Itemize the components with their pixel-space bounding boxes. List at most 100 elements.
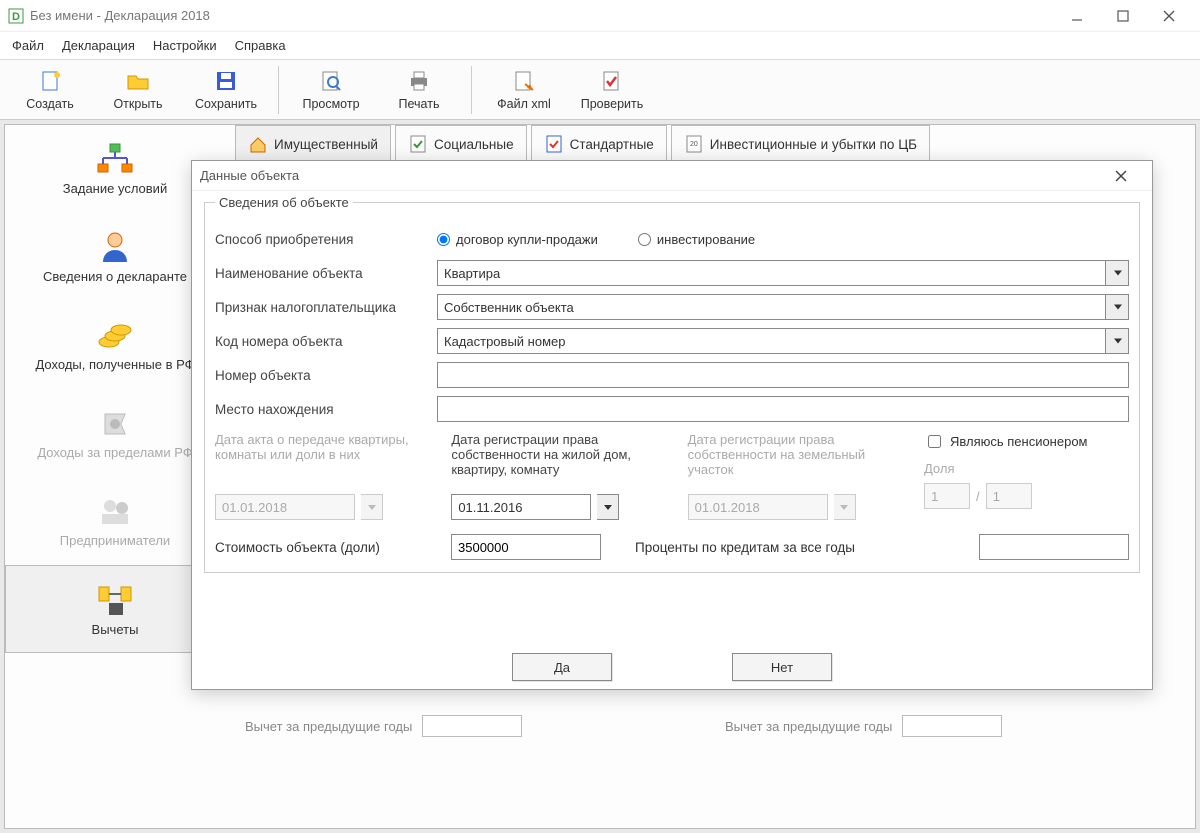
window-title: Без имени - Декларация 2018: [30, 8, 210, 23]
fieldset-legend: Сведения об объекте: [215, 195, 353, 210]
save-icon: [214, 69, 238, 93]
no-button[interactable]: Нет: [732, 653, 832, 681]
pensioner-label: Являюсь пенсионером: [950, 434, 1088, 449]
chevron-down-icon: [1114, 305, 1122, 310]
obj-name-label: Наименование объекта: [215, 266, 437, 281]
date-act-dropdown: [361, 494, 383, 520]
prev-years-right-label: Вычет за предыдущие годы: [725, 719, 892, 734]
print-label: Печать: [399, 97, 440, 111]
date-act-input: 01.01.2018: [215, 494, 355, 520]
obj-name-value: Квартира: [444, 266, 500, 281]
yes-button[interactable]: Да: [512, 653, 612, 681]
prev-years-right-input[interactable]: [902, 715, 1002, 737]
nav-entrepreneur-label: Предприниматели: [60, 533, 170, 548]
title-bar: D Без имени - Декларация 2018: [0, 0, 1200, 32]
radio-invest-label: инвестирование: [657, 232, 755, 247]
new-file-icon: [38, 69, 62, 93]
radio-invest[interactable]: инвестирование: [638, 232, 755, 247]
taxpayer-sign-label: Признак налогоплательщика: [215, 300, 437, 315]
obj-code-combo[interactable]: Кадастровый номер: [437, 328, 1129, 354]
toolbar: Создать Открыть Сохранить Просмотр Печат…: [0, 60, 1200, 120]
tab-standard[interactable]: Стандартные: [531, 125, 667, 163]
create-button[interactable]: Создать: [6, 63, 94, 117]
date-reg-prop-input[interactable]: 01.11.2016: [451, 494, 591, 520]
svg-text:D: D: [12, 11, 20, 23]
preview-button[interactable]: Просмотр: [287, 63, 375, 117]
menu-settings[interactable]: Настройки: [153, 38, 217, 53]
obj-number-input[interactable]: [437, 362, 1129, 388]
chevron-down-icon: [1114, 271, 1122, 276]
preview-label: Просмотр: [302, 97, 359, 111]
date-act-label: Дата акта о передаче квартиры, комнаты и…: [215, 432, 431, 488]
share-numerator: [924, 483, 970, 509]
cost-input[interactable]: [451, 534, 601, 560]
tab-social[interactable]: Социальные: [395, 125, 527, 163]
filexml-label: Файл xml: [497, 97, 551, 111]
location-input[interactable]: [437, 396, 1129, 422]
pensioner-checkbox[interactable]: Являюсь пенсионером: [924, 432, 1129, 451]
maximize-button[interactable]: [1100, 0, 1146, 32]
obj-code-label: Код номера объекта: [215, 334, 437, 349]
menu-bar: Файл Декларация Настройки Справка: [0, 32, 1200, 60]
obj-name-combo[interactable]: Квартира: [437, 260, 1129, 286]
tab-property[interactable]: Имущественный: [235, 125, 391, 163]
tab-social-label: Социальные: [434, 137, 514, 152]
date-reg-prop-dropdown[interactable]: [597, 494, 619, 520]
declarant-icon: [95, 229, 135, 265]
radio-invest-input[interactable]: [638, 233, 651, 246]
menu-help[interactable]: Справка: [235, 38, 286, 53]
nav-income-abroad-label: Доходы за пределами РФ: [37, 445, 192, 460]
check-icon: [600, 69, 624, 93]
tab-investment-label: Инвестиционные и убытки по ЦБ: [710, 137, 917, 152]
date-reg-land-input: 01.01.2018: [688, 494, 828, 520]
check-button[interactable]: Проверить: [568, 63, 656, 117]
minimize-button[interactable]: [1054, 0, 1100, 32]
radio-purchase-label: договор купли-продажи: [456, 232, 598, 247]
print-button[interactable]: Печать: [375, 63, 463, 117]
entrepreneur-icon: [95, 493, 135, 529]
close-icon: [1114, 169, 1128, 183]
taxpayer-sign-combo[interactable]: Собственник объекта: [437, 294, 1129, 320]
pensioner-checkbox-input[interactable]: [928, 435, 941, 448]
cost-label: Стоимость объекта (доли): [215, 540, 437, 555]
filexml-button[interactable]: Файл xml: [480, 63, 568, 117]
interest-input[interactable]: [979, 534, 1129, 560]
conditions-icon: [95, 141, 135, 177]
menu-file[interactable]: Файл: [12, 38, 44, 53]
document-icon: 20: [684, 134, 704, 154]
prev-years-left-input[interactable]: [422, 715, 522, 737]
date-reg-land-dropdown: [834, 494, 856, 520]
share-denominator: [986, 483, 1032, 509]
tab-investment[interactable]: 20 Инвестиционные и убытки по ЦБ: [671, 125, 930, 163]
deductions-icon: [95, 582, 135, 618]
save-button[interactable]: Сохранить: [182, 63, 270, 117]
chevron-down-icon: [1114, 339, 1122, 344]
tab-property-label: Имущественный: [274, 137, 378, 152]
preview-icon: [319, 69, 343, 93]
date-reg-land-label: Дата регистрации права собственности на …: [688, 432, 904, 488]
location-label: Место нахождения: [215, 402, 437, 417]
nav-declarant-label: Сведения о декларанте: [43, 269, 187, 284]
save-label: Сохранить: [195, 97, 257, 111]
object-info-fieldset: Сведения об объекте Способ приобретения …: [204, 195, 1140, 573]
check-label: Проверить: [581, 97, 644, 111]
share-divider: /: [976, 489, 980, 504]
radio-purchase-input[interactable]: [437, 233, 450, 246]
interest-label: Проценты по кредитам за все годы: [635, 540, 855, 555]
nav-conditions-label: Задание условий: [63, 181, 167, 196]
svg-text:20: 20: [690, 141, 698, 148]
menu-declaration[interactable]: Декларация: [62, 38, 135, 53]
prev-years-right: Вычет за предыдущие годы: [725, 715, 1002, 737]
date-reg-prop-label: Дата регистрации права собственности на …: [451, 432, 667, 488]
open-button[interactable]: Открыть: [94, 63, 182, 117]
chevron-down-icon: [604, 505, 612, 510]
income-rf-icon: [95, 317, 135, 353]
chevron-down-icon: [368, 505, 376, 510]
dialog-close-button[interactable]: [1114, 169, 1144, 183]
income-abroad-icon: [95, 405, 135, 441]
nav-income-rf-label: Доходы, полученные в РФ: [35, 357, 194, 372]
obj-number-label: Номер объекта: [215, 368, 437, 383]
close-button[interactable]: [1146, 0, 1192, 32]
radio-purchase[interactable]: договор купли-продажи: [437, 232, 598, 247]
chevron-down-icon: [840, 505, 848, 510]
